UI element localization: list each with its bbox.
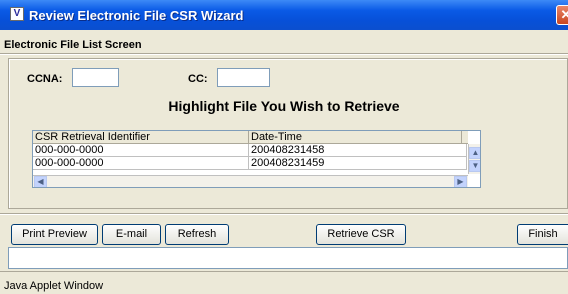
print-preview-button[interactable]: Print Preview	[11, 224, 98, 245]
message-area	[8, 247, 568, 269]
divider	[0, 53, 568, 55]
close-icon[interactable]: ✕	[556, 5, 568, 25]
table-row[interactable]: 000-000-0000 200408231459	[33, 157, 467, 170]
table-header: CSR Retrieval Identifier Date-Time	[33, 131, 468, 144]
horizontal-scrollbar[interactable]: ◀ ▶	[33, 175, 468, 187]
finish-button[interactable]: Finish	[517, 224, 568, 245]
email-button[interactable]: E-mail	[102, 224, 161, 245]
scroll-left-icon[interactable]: ◀	[34, 176, 47, 187]
table-row[interactable]: 000-000-0000 200408231458	[33, 144, 467, 157]
vertical-scrollbar[interactable]: ▲ ▼	[468, 144, 480, 174]
cc-field[interactable]	[217, 68, 270, 87]
title-bar[interactable]: V Review Electronic File CSR Wizard ✕	[0, 0, 568, 30]
status-text: Java Applet Window	[4, 280, 104, 292]
window-title: Review Electronic File CSR Wizard	[29, 8, 244, 23]
ccna-field[interactable]	[72, 68, 119, 87]
retrieve-csr-button[interactable]: Retrieve CSR	[316, 224, 406, 245]
refresh-button[interactable]: Refresh	[165, 224, 229, 245]
instruction-heading: Highlight File You Wish to Retrieve	[168, 98, 400, 114]
cell-datetime: 200408231458	[249, 144, 467, 156]
divider	[0, 213, 568, 215]
cell-datetime: 200408231459	[249, 157, 467, 169]
cell-identifier: 000-000-0000	[33, 157, 249, 169]
cc-label: CC:	[188, 73, 208, 85]
divider	[0, 271, 568, 272]
cell-identifier: 000-000-0000	[33, 144, 249, 156]
column-header-identifier[interactable]: CSR Retrieval Identifier	[33, 131, 249, 143]
scroll-up-icon[interactable]: ▲	[469, 147, 480, 159]
scroll-right-icon[interactable]: ▶	[454, 176, 467, 187]
scroll-down-icon[interactable]: ▼	[469, 160, 480, 172]
ccna-label: CCNA:	[27, 73, 63, 85]
screen-title: Electronic File List Screen	[4, 39, 142, 51]
column-header-datetime[interactable]: Date-Time	[249, 131, 462, 143]
file-list-table[interactable]: CSR Retrieval Identifier Date-Time 000-0…	[32, 130, 481, 188]
app-logo-icon: V	[10, 7, 24, 21]
